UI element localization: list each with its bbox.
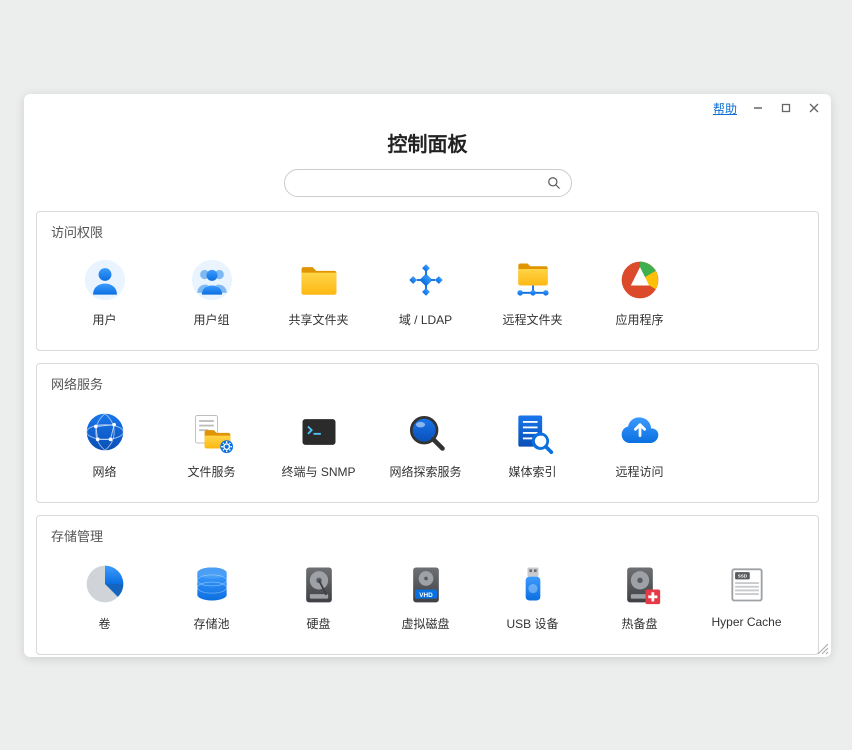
cp-item[interactable]: 网络 bbox=[51, 403, 158, 484]
cp-item[interactable]: 卷 bbox=[51, 555, 158, 636]
hdd-icon bbox=[294, 559, 344, 609]
cp-item-label: 远程文件夹 bbox=[502, 311, 562, 328]
section: 网络服务网络 文件服务 终端与 SNMP 网络探索服务 媒体索引 远程访问 bbox=[36, 363, 819, 503]
section-title: 访问权限 bbox=[51, 222, 804, 241]
network-icon bbox=[80, 407, 130, 457]
cp-item[interactable]: 远程文件夹 bbox=[479, 251, 586, 332]
cp-item[interactable]: 热备盘 bbox=[586, 555, 693, 636]
hot-spare-icon bbox=[615, 559, 665, 609]
cp-item[interactable]: 应用程序 bbox=[586, 251, 693, 332]
cp-item[interactable]: 媒体索引 bbox=[479, 403, 586, 484]
cp-item[interactable]: 终端与 SNMP bbox=[265, 403, 372, 484]
page-title: 控制面板 bbox=[24, 128, 831, 157]
domain-ldap-icon bbox=[401, 255, 451, 305]
cp-item-label: 域 / LDAP bbox=[399, 311, 452, 328]
section-grid: 用户 用户组 共享文件夹 域 / LDAP 远程文件夹 应用程序 bbox=[51, 251, 804, 332]
apps-icon bbox=[615, 255, 665, 305]
volume-icon bbox=[80, 559, 130, 609]
cp-item[interactable]: 用户组 bbox=[158, 251, 265, 332]
minimize-button[interactable] bbox=[751, 101, 765, 115]
close-button[interactable] bbox=[807, 101, 821, 115]
remote-access-icon bbox=[615, 407, 665, 457]
file-services-icon bbox=[187, 407, 237, 457]
help-link[interactable]: 帮助 bbox=[713, 100, 737, 117]
user-icon bbox=[80, 255, 130, 305]
cp-item-label: 用户组 bbox=[193, 311, 229, 328]
terminal-icon bbox=[294, 407, 344, 457]
cp-item-label: 存储池 bbox=[193, 615, 229, 632]
titlebar: 帮助 bbox=[24, 94, 831, 122]
section-title: 存储管理 bbox=[51, 526, 804, 545]
section: 存储管理卷 存储池 硬盘 虚拟磁盘 USB 设备 热备盘 Hyper Cache bbox=[36, 515, 819, 655]
cp-item[interactable]: 存储池 bbox=[158, 555, 265, 636]
remote-folder-icon bbox=[508, 255, 558, 305]
resize-handle[interactable] bbox=[815, 641, 829, 655]
search-box[interactable] bbox=[284, 169, 572, 197]
cp-item-label: 媒体索引 bbox=[508, 463, 556, 480]
cp-item-label: 用户 bbox=[92, 311, 116, 328]
cp-item-label: 文件服务 bbox=[187, 463, 235, 480]
minimize-icon bbox=[753, 103, 763, 113]
cp-item[interactable]: 文件服务 bbox=[158, 403, 265, 484]
section: 访问权限用户 用户组 共享文件夹 域 / LDAP 远程文件夹 应用程序 bbox=[36, 211, 819, 351]
section-grid: 网络 文件服务 终端与 SNMP 网络探索服务 媒体索引 远程访问 bbox=[51, 403, 804, 484]
discovery-icon bbox=[401, 407, 451, 457]
cp-item-label: 网络 bbox=[92, 463, 116, 480]
cp-item[interactable]: 硬盘 bbox=[265, 555, 372, 636]
vhd-icon bbox=[401, 559, 451, 609]
cp-item-label: 网络探索服务 bbox=[389, 463, 461, 480]
cp-item[interactable]: USB 设备 bbox=[479, 555, 586, 636]
cp-item[interactable]: 网络探索服务 bbox=[372, 403, 479, 484]
cp-item-label: 应用程序 bbox=[615, 311, 663, 328]
cp-item[interactable]: 共享文件夹 bbox=[265, 251, 372, 332]
cp-item-label: 终端与 SNMP bbox=[281, 463, 355, 480]
cp-item[interactable]: 用户 bbox=[51, 251, 158, 332]
search-wrap bbox=[24, 169, 831, 197]
cp-item[interactable]: 虚拟磁盘 bbox=[372, 555, 479, 636]
cp-item[interactable]: Hyper Cache bbox=[693, 555, 800, 636]
user-group-icon bbox=[187, 255, 237, 305]
control-panel-window: 帮助 控制面板 访问权限用户 用户组 共享文件夹 域 / LDAP 远程文件夹 应用程序网… bbox=[24, 94, 831, 657]
cp-item[interactable]: 域 / LDAP bbox=[372, 251, 479, 332]
folder-icon bbox=[294, 255, 344, 305]
header: 控制面板 bbox=[24, 122, 831, 169]
search-icon bbox=[547, 176, 561, 190]
content-area: 访问权限用户 用户组 共享文件夹 域 / LDAP 远程文件夹 应用程序网络服务网络 文件服… bbox=[24, 211, 831, 657]
cp-item-label: USB 设备 bbox=[506, 615, 558, 632]
cp-item-label: 共享文件夹 bbox=[288, 311, 348, 328]
close-icon bbox=[809, 103, 819, 113]
media-index-icon bbox=[508, 407, 558, 457]
cp-item-label: 热备盘 bbox=[621, 615, 657, 632]
cp-item-label: 虚拟磁盘 bbox=[401, 615, 449, 632]
resize-icon bbox=[815, 641, 829, 655]
cp-item-label: 硬盘 bbox=[306, 615, 330, 632]
section-grid: 卷 存储池 硬盘 虚拟磁盘 USB 设备 热备盘 Hyper Cache bbox=[51, 555, 804, 636]
search-input[interactable] bbox=[295, 176, 541, 191]
hyper-cache-icon bbox=[722, 559, 772, 609]
maximize-button[interactable] bbox=[779, 101, 793, 115]
usb-icon bbox=[508, 559, 558, 609]
cp-item-label: 远程访问 bbox=[615, 463, 663, 480]
cp-item-label: 卷 bbox=[98, 615, 110, 632]
cp-item[interactable]: 远程访问 bbox=[586, 403, 693, 484]
cp-item-label: Hyper Cache bbox=[711, 615, 781, 629]
storage-pool-icon bbox=[187, 559, 237, 609]
maximize-icon bbox=[781, 103, 791, 113]
section-title: 网络服务 bbox=[51, 374, 804, 393]
